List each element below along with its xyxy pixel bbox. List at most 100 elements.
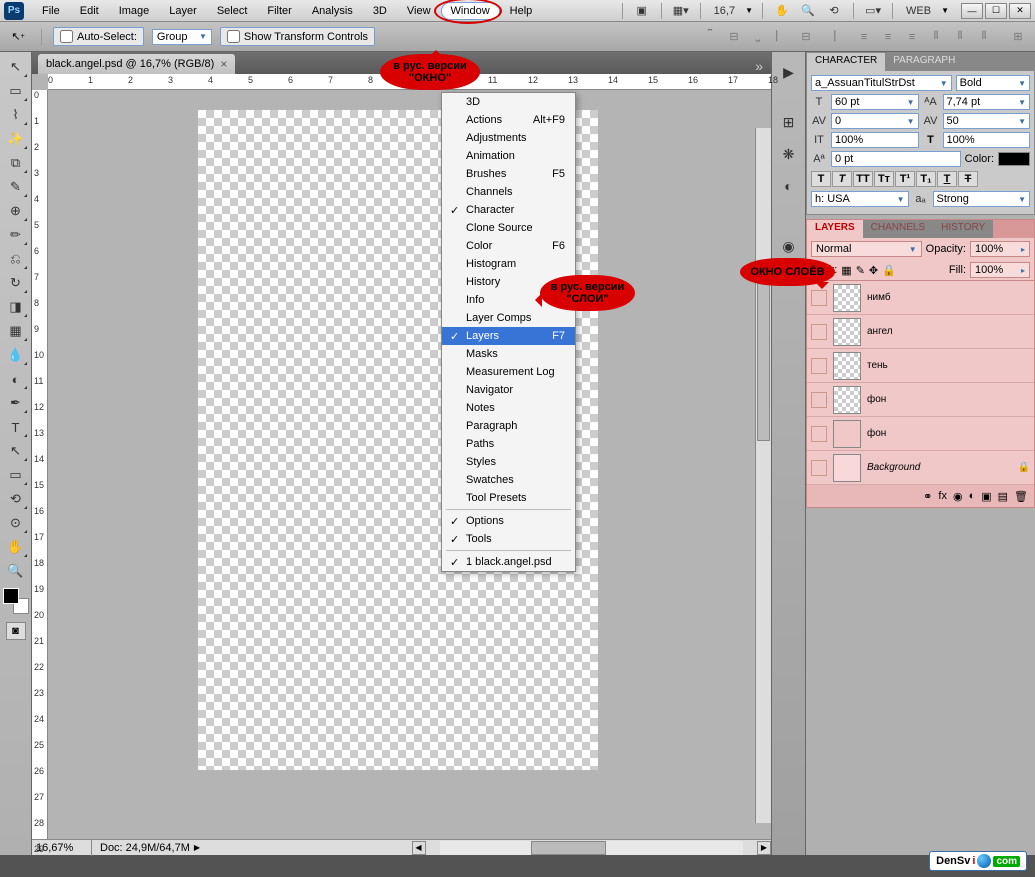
- show-transform-checkbox[interactable]: Show Transform Controls: [220, 27, 375, 46]
- rotate-icon[interactable]: ⟲: [824, 2, 844, 20]
- align-bottom-icon[interactable]: ⎵: [747, 27, 769, 47]
- dock-masks-icon[interactable]: ◉: [776, 234, 802, 258]
- vscale-input[interactable]: 100%: [831, 132, 919, 148]
- zoom-icon[interactable]: 🔍: [798, 2, 818, 20]
- dist-hcenter-icon[interactable]: ⦀: [949, 27, 971, 47]
- menu-item-histogram[interactable]: Histogram: [442, 255, 575, 273]
- menu-layer[interactable]: Layer: [159, 2, 207, 20]
- document-tab[interactable]: black.angel.psd @ 16,7% (RGB/8) ×: [38, 54, 235, 74]
- dist-vcenter-icon[interactable]: ≡: [877, 27, 899, 47]
- adjustment-layer-icon[interactable]: ◐: [969, 490, 976, 502]
- menu-item-tools[interactable]: Tools: [442, 530, 575, 548]
- menu-file[interactable]: File: [32, 2, 70, 20]
- layer-row[interactable]: фон: [807, 417, 1034, 451]
- tab-channels[interactable]: CHANNELS: [863, 220, 933, 238]
- close-icon[interactable]: ×: [220, 57, 227, 71]
- layer-row[interactable]: тень: [807, 349, 1034, 383]
- align-right-icon[interactable]: ⎹: [819, 27, 841, 47]
- menu-item-options[interactable]: Options: [442, 512, 575, 530]
- menu-3d[interactable]: 3D: [363, 2, 397, 20]
- allcaps-button[interactable]: TT: [853, 171, 873, 187]
- scrollbar-thumb[interactable]: [757, 267, 770, 441]
- eraser-tool[interactable]: ◨: [4, 296, 28, 318]
- dock-adjustments-icon[interactable]: ◐: [776, 174, 802, 198]
- dist-right-icon[interactable]: ⦀: [973, 27, 995, 47]
- visibility-toggle[interactable]: [811, 324, 827, 340]
- window-maximize[interactable]: ☐: [985, 3, 1007, 19]
- visibility-toggle[interactable]: [811, 460, 827, 476]
- menu-item-masks[interactable]: Masks: [442, 345, 575, 363]
- lasso-tool[interactable]: ⌇: [4, 104, 28, 126]
- dock-styles-icon[interactable]: ❋: [776, 142, 802, 166]
- scroll-right-icon[interactable]: ▶: [757, 841, 771, 855]
- layer-fx-icon[interactable]: fx: [938, 490, 947, 502]
- align-vcenter-icon[interactable]: ⊟: [723, 27, 745, 47]
- text-color-swatch[interactable]: [998, 152, 1030, 166]
- menu-item-clone-source[interactable]: Clone Source: [442, 219, 575, 237]
- menu-view[interactable]: View: [397, 2, 441, 20]
- menu-filter[interactable]: Filter: [257, 2, 301, 20]
- pen-tool[interactable]: ✒: [4, 392, 28, 414]
- gradient-tool[interactable]: ▦: [4, 320, 28, 342]
- vertical-scrollbar[interactable]: [755, 128, 771, 823]
- menu-edit[interactable]: Edit: [70, 2, 109, 20]
- lock-all-icon[interactable]: 🔒: [882, 264, 896, 277]
- zoom-tool[interactable]: 🔍: [4, 560, 28, 582]
- arrange-icon[interactable]: ▦▾: [671, 2, 691, 20]
- layer-thumbnail[interactable]: [833, 386, 861, 414]
- window-close[interactable]: ✕: [1009, 3, 1031, 19]
- tabs-overflow-icon[interactable]: »: [747, 58, 771, 74]
- antialias-combo[interactable]: Strong▼: [933, 191, 1031, 207]
- menu-item-character[interactable]: Character: [442, 201, 575, 219]
- 3d-orbit-tool[interactable]: ⊙: [4, 512, 28, 534]
- language-combo[interactable]: h: USA▼: [811, 191, 909, 207]
- align-hcenter-icon[interactable]: ⊟: [795, 27, 817, 47]
- lock-transparent-icon[interactable]: ▦: [841, 264, 851, 277]
- menu-item-channels[interactable]: Channels: [442, 183, 575, 201]
- menu-item-layers[interactable]: LayersF7: [442, 327, 575, 345]
- opacity-input[interactable]: 100%▸: [970, 241, 1030, 257]
- align-top-icon[interactable]: ⎴: [699, 27, 721, 47]
- link-layers-icon[interactable]: ⚭: [923, 490, 932, 503]
- layer-row[interactable]: Background🔒: [807, 451, 1034, 485]
- baseline-input[interactable]: 0 pt: [831, 151, 961, 167]
- scroll-left-icon[interactable]: ◀: [412, 841, 426, 855]
- menu-item-swatches[interactable]: Swatches: [442, 471, 575, 489]
- font-style-combo[interactable]: Bold▼: [956, 75, 1030, 91]
- leading-input[interactable]: 7,74 pt▼: [943, 94, 1031, 110]
- doc-info[interactable]: Doc: 24,9M/64,7M▶: [92, 840, 412, 856]
- brush-tool[interactable]: ✏: [4, 224, 28, 246]
- group-icon[interactable]: ▣: [981, 490, 991, 503]
- menu-item-layer-comps[interactable]: Layer Comps: [442, 309, 575, 327]
- underline-button[interactable]: T: [937, 171, 957, 187]
- fill-input[interactable]: 100%▸: [970, 262, 1030, 278]
- auto-align-icon[interactable]: ⊞: [1007, 27, 1029, 47]
- dodge-tool[interactable]: ◐: [4, 368, 28, 390]
- auto-select-combo[interactable]: Group▼: [152, 29, 212, 45]
- menu-item-navigator[interactable]: Navigator: [442, 381, 575, 399]
- layer-thumbnail[interactable]: [833, 352, 861, 380]
- menu-item-measurement-log[interactable]: Measurement Log: [442, 363, 575, 381]
- strike-button[interactable]: T: [958, 171, 978, 187]
- eyedropper-tool[interactable]: ✎: [4, 176, 28, 198]
- visibility-toggle[interactable]: [811, 358, 827, 374]
- marquee-tool[interactable]: ▭: [4, 80, 28, 102]
- layer-row[interactable]: ангел: [807, 315, 1034, 349]
- dist-bottom-icon[interactable]: ≡: [901, 27, 923, 47]
- layer-thumbnail[interactable]: [833, 454, 861, 482]
- italic-button[interactable]: T: [832, 171, 852, 187]
- tab-paragraph[interactable]: PARAGRAPH: [885, 53, 963, 71]
- menu-item-paths[interactable]: Paths: [442, 435, 575, 453]
- fg-color-swatch[interactable]: [3, 588, 19, 604]
- lock-pixels-icon[interactable]: ✎: [856, 264, 865, 277]
- menu-item-actions[interactable]: ActionsAlt+F9: [442, 111, 575, 129]
- layer-mask-icon[interactable]: ◉: [953, 490, 963, 503]
- lock-position-icon[interactable]: ✥: [869, 264, 878, 277]
- new-layer-icon[interactable]: ▤: [998, 490, 1008, 503]
- move-tool[interactable]: ↖: [4, 56, 28, 78]
- trash-icon[interactable]: 🗑: [1014, 490, 1028, 503]
- blend-mode-combo[interactable]: Normal▼: [811, 241, 922, 257]
- bold-button[interactable]: T: [811, 171, 831, 187]
- tab-character[interactable]: CHARACTER: [807, 53, 885, 71]
- menu-item-tool-presets[interactable]: Tool Presets: [442, 489, 575, 507]
